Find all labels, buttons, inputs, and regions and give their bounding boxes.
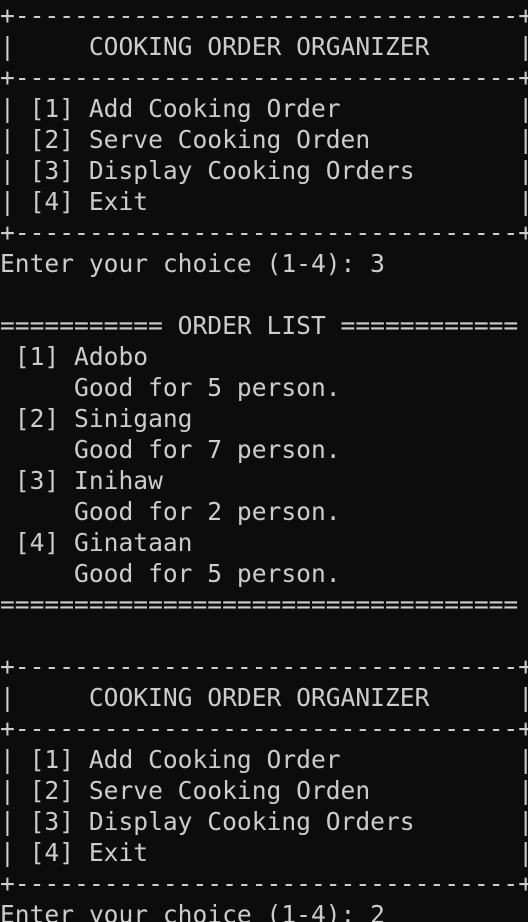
terminal-line: | [3] Display Cooking Orders | (0, 807, 528, 836)
terminal-line: [2] Sinigang (0, 404, 193, 433)
terminal-line: | [1] Add Cooking Order | (0, 94, 528, 123)
terminal-line: | [4] Exit | (0, 187, 528, 216)
terminal-line: Enter your choice (1-4): 2 (0, 900, 385, 922)
terminal-output: +----------------------------------+ | CO… (0, 0, 528, 922)
terminal-line: =========== ORDER LIST ============ (0, 311, 519, 340)
terminal-line: | COOKING ORDER ORGANIZER | (0, 683, 528, 712)
terminal-line: | [1] Add Cooking Order | (0, 745, 528, 774)
terminal-line: | [4] Exit | (0, 838, 528, 867)
terminal-line: Enter your choice (1-4): 3 (0, 249, 385, 278)
terminal-line: +----------------------------------+ (0, 1, 528, 30)
terminal-line: [3] Inihaw (0, 466, 163, 495)
terminal-line: | [2] Serve Cooking Orden | (0, 776, 528, 805)
terminal-line: Good for 2 person. (0, 497, 341, 526)
terminal-line: +----------------------------------+ (0, 63, 528, 92)
terminal-line: | COOKING ORDER ORGANIZER | (0, 32, 528, 61)
terminal-line: Good for 5 person. (0, 373, 341, 402)
terminal-line: | [2] Serve Cooking Orden | (0, 125, 528, 154)
terminal-line: Good for 5 person. (0, 559, 341, 588)
terminal-window[interactable]: +----------------------------------+ | CO… (0, 0, 528, 922)
terminal-line: Good for 7 person. (0, 435, 341, 464)
terminal-line: +----------------------------------+ (0, 869, 528, 898)
terminal-line: | [3] Display Cooking Orders | (0, 156, 528, 185)
terminal-line: =================================== (0, 590, 519, 619)
terminal-line: [4] Ginataan (0, 528, 193, 557)
terminal-line: [1] Adobo (0, 342, 149, 371)
terminal-line: +----------------------------------+ (0, 218, 528, 247)
terminal-line: +----------------------------------+ (0, 714, 528, 743)
terminal-line: +----------------------------------+ (0, 652, 528, 681)
